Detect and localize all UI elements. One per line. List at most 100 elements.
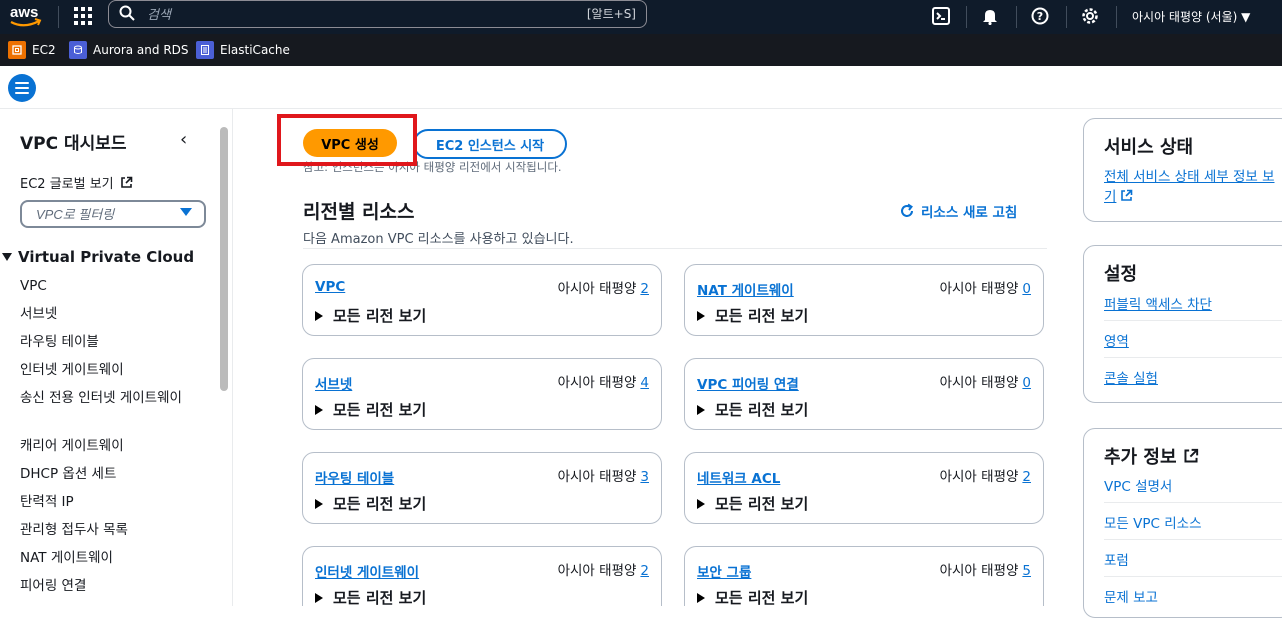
resource-card-security-groups: 보안 그룹 아시아 태평양 5 모든 리전 보기 xyxy=(684,546,1044,608)
view-all-regions-expander[interactable]: 모든 리전 보기 xyxy=(315,493,426,514)
expander-label: 모든 리전 보기 xyxy=(715,307,809,325)
region-label: 아시아 태평양 xyxy=(939,375,1019,391)
more-info-title-text: 추가 정보 xyxy=(1104,447,1177,468)
settings-title: 설정 xyxy=(1104,264,1138,285)
region-label: 아시아 태평양 xyxy=(557,563,637,579)
ec2-icon xyxy=(8,41,26,59)
block-public-access-link[interactable]: 퍼블릭 액세스 차단 xyxy=(1104,293,1212,313)
forums-link[interactable]: 포럼 xyxy=(1104,549,1129,569)
sidebar-item-peering-connections[interactable]: 피어링 연결 xyxy=(20,577,195,596)
sidebar-item-internet-gateways[interactable]: 인터넷 게이트웨이 xyxy=(20,361,195,380)
view-all-regions-expander[interactable]: 모든 리전 보기 xyxy=(315,305,426,326)
vpc-filter-input[interactable] xyxy=(34,206,178,223)
ec2-global-view-link[interactable]: EC2 글로벌 보기 xyxy=(20,173,133,192)
highlight-annotation-box xyxy=(277,114,417,166)
region-selector[interactable]: 아시아 태평양 (서울) ▼ xyxy=(1132,8,1250,25)
resource-link[interactable]: 라우팅 테이블 xyxy=(315,467,394,487)
sidebar-item-route-tables[interactable]: 라우팅 테이블 xyxy=(20,333,195,352)
sidebar-item-dhcp-option-sets[interactable]: DHCP 옵션 세트 xyxy=(20,465,195,484)
favorite-elasticache[interactable]: ElastiCache xyxy=(196,41,290,59)
divider xyxy=(1104,502,1282,503)
resource-count-link[interactable]: 4 xyxy=(640,375,649,391)
sidebar-item-elastic-ips[interactable]: 탄력적 IP xyxy=(20,493,195,512)
caret-right-icon xyxy=(315,592,323,603)
notifications-bell-icon[interactable] xyxy=(979,5,1001,27)
favorite-aurora-rds[interactable]: Aurora and RDS xyxy=(69,41,189,59)
resource-count-link[interactable]: 0 xyxy=(1022,375,1031,391)
resource-link[interactable]: 서브넷 xyxy=(315,373,352,393)
view-all-regions-expander[interactable]: 모든 리전 보기 xyxy=(315,587,426,608)
resource-link[interactable]: VPC 피어링 연결 xyxy=(697,373,799,393)
sidebar-item-managed-prefix-lists[interactable]: 관리형 접두사 목록 xyxy=(20,521,195,540)
expander-label: 모든 리전 보기 xyxy=(715,589,809,607)
resource-count-link[interactable]: 3 xyxy=(640,469,649,485)
sidebar-section-vpc[interactable]: Virtual Private Cloud xyxy=(2,248,194,266)
region-label: 아시아 태평양 xyxy=(939,563,1019,579)
sidebar-item-vpc[interactable]: VPC xyxy=(20,277,195,296)
sidebar-item-egress-only-igw[interactable]: 송신 전용 인터넷 게이트웨이 xyxy=(20,389,195,408)
sidebar-item-nat-gateways[interactable]: NAT 게이트웨이 xyxy=(20,549,195,568)
settings-gear-icon[interactable] xyxy=(1079,5,1101,27)
aws-logo[interactable]: aws xyxy=(8,3,44,31)
caret-down-icon xyxy=(180,208,192,216)
region-count: 아시아 태평양 4 xyxy=(558,371,649,391)
collapse-sidebar-chevron-left-icon[interactable]: ‹ xyxy=(180,129,187,150)
vpc-filter-dropdown[interactable] xyxy=(20,200,206,228)
help-icon[interactable]: ? xyxy=(1029,5,1051,27)
service-status-details-link-cont[interactable]: 기 xyxy=(1104,185,1133,205)
all-vpc-resources-link[interactable]: 모든 VPC 리소스 xyxy=(1104,512,1202,532)
cloudshell-icon[interactable] xyxy=(930,5,952,27)
resource-card-vpc: VPC 아시아 태평양 2 모든 리전 보기 xyxy=(302,264,662,336)
region-count: 아시아 태평양 2 xyxy=(558,277,649,297)
svg-text:aws: aws xyxy=(10,4,38,21)
view-all-regions-expander[interactable]: 모든 리전 보기 xyxy=(315,399,426,420)
favorite-label: Aurora and RDS xyxy=(93,43,189,57)
sidebar-title[interactable]: VPC 대시보드 xyxy=(20,129,127,154)
resource-link[interactable]: 보안 그룹 xyxy=(697,561,751,581)
resource-count-link[interactable]: 2 xyxy=(640,563,649,579)
favorite-ec2[interactable]: EC2 xyxy=(8,41,56,59)
refresh-icon xyxy=(901,203,913,217)
resource-count-link[interactable]: 0 xyxy=(1022,281,1031,297)
divider xyxy=(1066,6,1067,28)
sidebar-scrollbar[interactable] xyxy=(220,127,228,391)
resource-count-link[interactable]: 2 xyxy=(640,281,649,297)
services-grid-icon[interactable] xyxy=(74,7,92,25)
view-all-regions-expander[interactable]: 모든 리전 보기 xyxy=(697,493,808,514)
vpc-documentation-link[interactable]: VPC 설명서 xyxy=(1104,475,1172,495)
resource-link[interactable]: 네트워크 ACL xyxy=(697,467,780,487)
search-bar[interactable]: [알트+S] xyxy=(108,0,647,28)
view-all-regions-expander[interactable]: 모든 리전 보기 xyxy=(697,399,808,420)
divider xyxy=(1104,320,1282,321)
launch-ec2-instance-button[interactable]: EC2 인스턴스 시작 xyxy=(413,129,567,159)
resource-link[interactable]: NAT 게이트웨이 xyxy=(697,279,794,299)
caret-right-icon xyxy=(697,404,705,415)
side-navigation: VPC 대시보드 ‹ EC2 글로벌 보기 Virtual Private Cl… xyxy=(0,109,233,606)
caret-right-icon xyxy=(315,404,323,415)
region-label: 아시아 태평양 xyxy=(939,281,1019,297)
resource-count-link[interactable]: 5 xyxy=(1022,563,1031,579)
favorites-bar: EC2 Aurora and RDS ElastiCache xyxy=(0,34,1282,66)
console-experiments-link[interactable]: 콘솔 실험 xyxy=(1104,367,1158,387)
resource-link[interactable]: VPC xyxy=(315,279,345,295)
service-status-link-tail[interactable]: 기 xyxy=(1104,185,1116,205)
panel-title: 리전별 리소스 xyxy=(303,201,415,223)
menu-hamburger-icon[interactable] xyxy=(8,74,36,102)
expander-label: 모든 리전 보기 xyxy=(333,589,427,607)
view-all-regions-expander[interactable]: 모든 리전 보기 xyxy=(697,305,808,326)
caret-right-icon xyxy=(315,498,323,509)
service-status-details-link[interactable]: 전체 서비스 상태 세부 정보 보 xyxy=(1104,165,1275,185)
sidebar-item-carrier-gateways[interactable]: 캐리어 게이트웨이 xyxy=(20,437,195,456)
service-status-panel: 서비스 상태 전체 서비스 상태 세부 정보 보 기 xyxy=(1083,118,1282,222)
resource-count-link[interactable]: 2 xyxy=(1022,469,1031,485)
search-input[interactable] xyxy=(145,4,569,24)
report-issue-link[interactable]: 문제 보고 xyxy=(1104,586,1158,606)
favorite-label: EC2 xyxy=(32,43,56,57)
resource-link[interactable]: 인터넷 게이트웨이 xyxy=(315,561,419,581)
divider xyxy=(1016,6,1017,28)
refresh-resources-button[interactable]: 리소스 새로 고침 xyxy=(899,201,1017,221)
resource-card-internet-gateways: 인터넷 게이트웨이 아시아 태평양 2 모든 리전 보기 xyxy=(302,546,662,608)
zones-link[interactable]: 영역 xyxy=(1104,330,1129,350)
sidebar-item-subnets[interactable]: 서브넷 xyxy=(20,305,195,324)
view-all-regions-expander[interactable]: 모든 리전 보기 xyxy=(697,587,808,608)
